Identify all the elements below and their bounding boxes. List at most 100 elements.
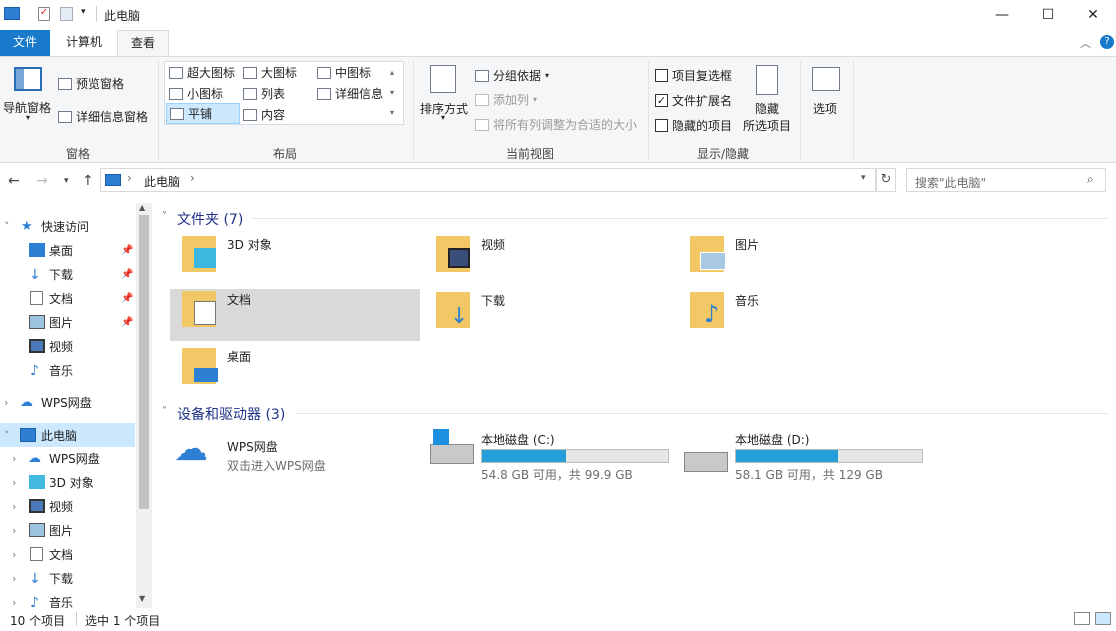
pin-icon[interactable]: 📌 (121, 269, 133, 280)
nav-item-videos-sub[interactable]: › 视频 (0, 494, 135, 518)
drive-tile[interactable]: 本地磁盘 (D:) 58.1 GB 可用，共 129 GB (680, 428, 930, 484)
search-input[interactable]: 搜索"此电脑" (915, 174, 986, 191)
expanded-chevron-icon[interactable]: ˅ (4, 220, 10, 233)
nav-item-downloads[interactable]: ↓ 下载 📌 (0, 262, 135, 286)
address-box[interactable]: › 此电脑 › ▾ (100, 168, 876, 192)
item-checkboxes-checkbox[interactable] (655, 69, 668, 82)
nav-item-pictures[interactable]: 图片 📌 (0, 310, 135, 334)
properties-icon[interactable]: ✓ (38, 7, 50, 21)
sort-by-dropdown-icon[interactable]: ▾ (441, 113, 445, 122)
search-box[interactable]: 搜索"此电脑" ⌕ (906, 168, 1106, 192)
layout-large-icons[interactable]: 大图标 (243, 64, 297, 81)
hide-selected-icon[interactable] (756, 65, 778, 95)
pin-icon[interactable]: 📌 (121, 245, 133, 256)
file-extensions-toggle[interactable]: ✓ 文件扩展名 (655, 92, 732, 109)
add-column-button[interactable]: 添加列 ▾ (475, 91, 537, 108)
hide-selected-label[interactable]: 隐藏 (755, 100, 779, 117)
recent-locations-icon[interactable]: ▾ (64, 176, 69, 186)
nav-item-desktop[interactable]: 桌面 📌 (0, 238, 135, 262)
scroll-up-icon[interactable]: ▲ (139, 203, 145, 212)
collapsed-chevron-icon[interactable]: › (12, 548, 16, 561)
collapsed-chevron-icon[interactable]: › (12, 596, 16, 609)
close-button[interactable]: ✕ (1070, 0, 1116, 30)
wps-drive-tile[interactable]: ☁ WPS网盘 双击进入WPS网盘 (170, 430, 420, 488)
collapse-group-icon[interactable]: ˅ (162, 406, 167, 417)
file-extensions-checkbox[interactable]: ✓ (655, 94, 668, 107)
tab-view[interactable]: 查看 (117, 30, 169, 57)
layout-list[interactable]: 列表 (243, 85, 285, 102)
collapsed-chevron-icon[interactable]: › (12, 572, 16, 585)
nav-item-3d-objects[interactable]: › 3D 对象 (0, 470, 135, 494)
collapsed-chevron-icon[interactable]: › (12, 452, 16, 465)
folder-tile[interactable]: 图片 (678, 234, 928, 286)
collapsed-chevron-icon[interactable]: › (12, 524, 16, 537)
forward-icon[interactable]: → (36, 173, 48, 189)
hide-selected-label-2[interactable]: 所选项目 (743, 117, 791, 134)
up-icon[interactable]: ↑ (82, 173, 94, 189)
nav-item-music[interactable]: ♪ 音乐 (0, 358, 135, 382)
item-checkboxes-toggle[interactable]: 项目复选框 (655, 67, 732, 84)
expanded-chevron-icon[interactable]: ˅ (4, 429, 10, 442)
pin-icon[interactable]: 📌 (121, 317, 133, 328)
nav-item-documents-sub[interactable]: › 文档 (0, 542, 135, 566)
layout-extra-large-icons[interactable]: 超大图标 (169, 64, 235, 81)
breadcrumb[interactable]: 此电脑 (144, 173, 180, 190)
nav-item-documents[interactable]: 文档 📌 (0, 286, 135, 310)
nav-item-wps-drive[interactable]: › ☁ WPS网盘 (0, 390, 135, 414)
large-icons-view-icon[interactable] (1095, 612, 1111, 625)
group-by-button[interactable]: 分组依据 ▾ (475, 67, 549, 84)
scroll-down-icon[interactable]: ▼ (139, 594, 145, 603)
preview-pane-button[interactable]: 预览窗格 (58, 75, 124, 92)
folders-header[interactable]: 文件夹 (7) (177, 209, 243, 229)
collapsed-chevron-icon[interactable]: › (12, 500, 16, 513)
collapsed-chevron-icon[interactable]: › (12, 476, 16, 489)
layout-small-icons[interactable]: 小图标 (169, 85, 223, 102)
details-view-icon[interactable] (1074, 612, 1090, 625)
folder-tile[interactable]: ♪ 音乐 (678, 290, 928, 342)
drive-tile[interactable]: 本地磁盘 (C:) 54.8 GB 可用，共 99.9 GB (426, 428, 676, 484)
folder-tile-selected[interactable]: 文档 (170, 289, 420, 341)
refresh-icon[interactable]: ↻ (876, 168, 896, 192)
devices-header[interactable]: 设备和驱动器 (3) (177, 404, 285, 424)
details-pane-button[interactable]: 详细信息窗格 (58, 108, 148, 125)
options-icon[interactable] (812, 67, 840, 91)
minimize-button[interactable]: — (979, 0, 1025, 30)
options-button[interactable]: 选项 (813, 100, 837, 117)
folder-tile[interactable]: 3D 对象 (170, 234, 420, 286)
layout-medium-icons[interactable]: 中图标 (317, 64, 371, 81)
hidden-items-checkbox[interactable] (655, 119, 668, 132)
back-icon[interactable]: ← (8, 173, 20, 189)
layout-tiles[interactable]: 平铺 (166, 103, 240, 124)
collapsed-chevron-icon[interactable]: › (4, 396, 8, 409)
nav-item-pictures-sub[interactable]: › 图片 (0, 518, 135, 542)
pin-icon[interactable]: 📌 (121, 293, 133, 304)
hidden-items-toggle[interactable]: 隐藏的项目 (655, 117, 732, 134)
nav-item-quick-access[interactable]: ˅ ★ 快速访问 (0, 214, 135, 238)
customize-quick-access-icon[interactable]: ▾ (81, 7, 86, 17)
fit-columns-button[interactable]: 将所有列调整为合适的大小 (475, 116, 637, 133)
address-dropdown-icon[interactable]: ▾ (861, 173, 866, 183)
nav-item-wps-drive-sub[interactable]: › ☁ WPS网盘 (0, 446, 135, 470)
collapse-ribbon-icon[interactable]: ︿ (1080, 35, 1091, 51)
folder-tile[interactable]: 视频 (424, 234, 674, 286)
new-folder-icon[interactable] (60, 7, 73, 21)
breadcrumb-separator-icon[interactable]: › (127, 171, 132, 185)
layout-details[interactable]: 详细信息 (317, 85, 383, 102)
sort-by-icon[interactable] (430, 65, 456, 93)
nav-item-this-pc[interactable]: ˅ 此电脑 (0, 423, 135, 447)
tab-file[interactable]: 文件 (0, 30, 50, 56)
nav-item-downloads-sub[interactable]: › ↓ 下载 (0, 566, 135, 590)
collapse-group-icon[interactable]: ˅ (162, 211, 167, 222)
nav-item-videos[interactable]: 视频 (0, 334, 135, 358)
scroll-thumb[interactable] (139, 215, 149, 509)
breadcrumb-chevron-icon[interactable]: › (190, 171, 195, 185)
tab-computer[interactable]: 计算机 (56, 30, 112, 56)
maximize-button[interactable]: ☐ (1025, 0, 1071, 30)
nav-pane-dropdown-icon[interactable]: ▾ (26, 113, 30, 122)
search-icon[interactable]: ⌕ (1087, 172, 1094, 187)
nav-pane-icon[interactable] (14, 67, 42, 91)
folder-tile[interactable]: ↓ 下载 (424, 290, 674, 342)
help-icon[interactable]: ? (1100, 35, 1114, 49)
gallery-scroll-arrows[interactable]: ▴ ▾ ▾ (390, 63, 394, 123)
folder-tile[interactable]: 桌面 (170, 346, 420, 398)
